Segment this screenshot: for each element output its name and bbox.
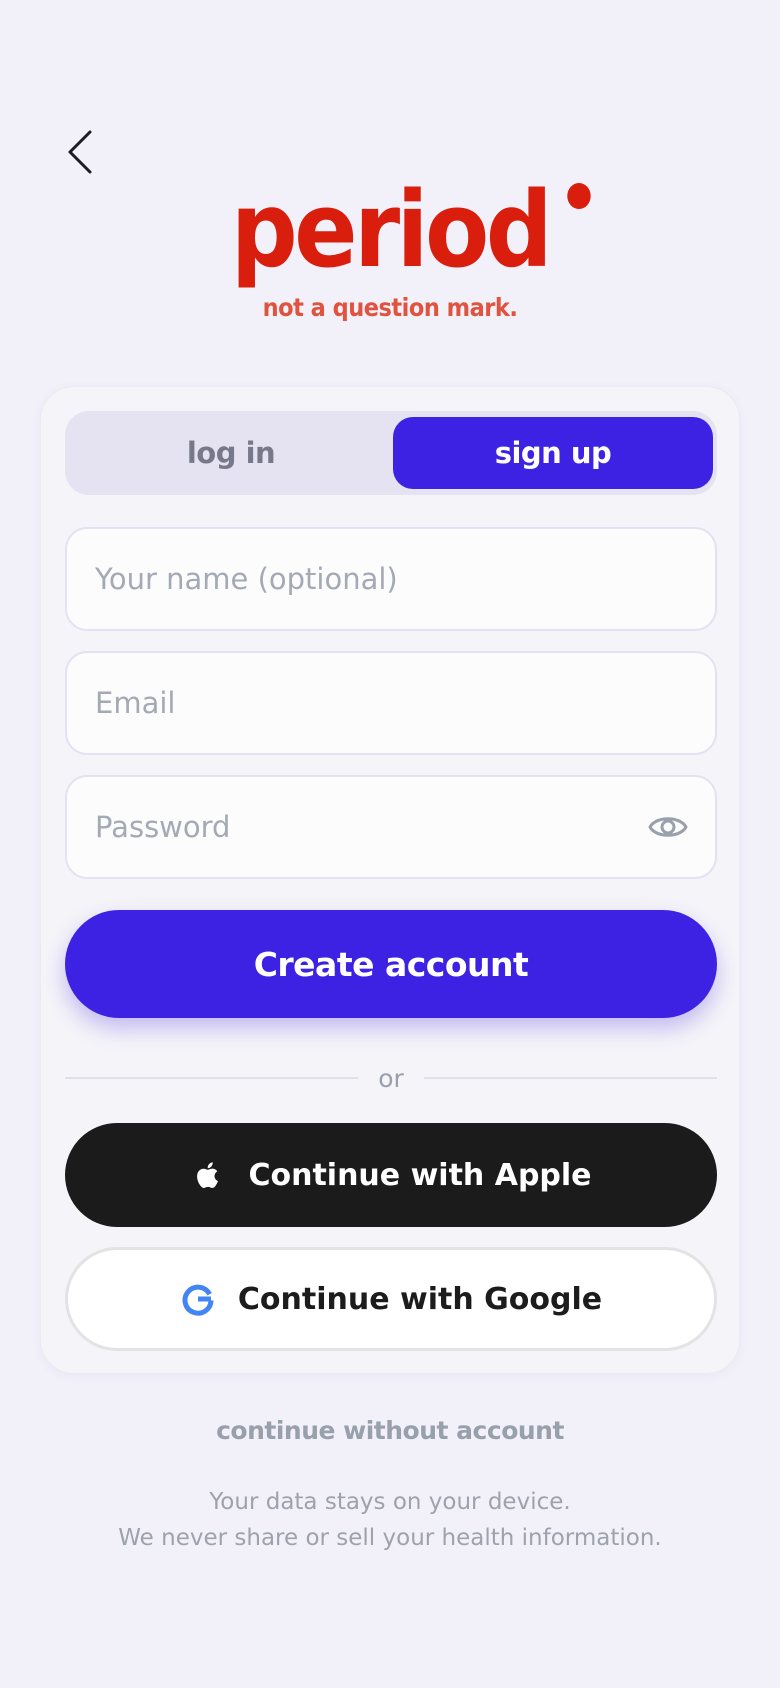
name-input[interactable]: [93, 561, 689, 597]
apple-icon: [197, 1162, 219, 1189]
brand-logo: period: [231, 175, 591, 285]
divider-line-right: [423, 1077, 718, 1079]
chevron-left-icon: [68, 130, 92, 174]
privacy-line-2: We never share or sell your health infor…: [118, 1525, 662, 1551]
continue-without-account-link[interactable]: continue without account: [0, 1416, 780, 1445]
logo-dot: [567, 183, 591, 209]
google-icon: [182, 1284, 214, 1316]
brand-tagline: not a question mark.: [262, 293, 518, 322]
eye-icon: [648, 817, 688, 837]
password-field: [65, 775, 717, 879]
continue-with-apple-button[interactable]: Continue with Apple: [65, 1123, 717, 1227]
back-button[interactable]: [52, 118, 108, 182]
email-input[interactable]: [93, 685, 689, 721]
create-account-button[interactable]: Create account: [65, 910, 717, 1018]
toggle-password-visibility-button[interactable]: [647, 809, 689, 845]
auth-tabs: log in sign up: [65, 411, 717, 495]
brand-name: period: [230, 169, 553, 291]
name-field: [65, 527, 717, 631]
tab-log-in[interactable]: log in: [71, 417, 391, 489]
continue-with-google-button[interactable]: Continue with Google: [65, 1247, 717, 1351]
google-button-label: Continue with Google: [237, 1281, 603, 1317]
brand-header: period not a question mark.: [0, 175, 780, 322]
signup-screen: period not a question mark. log in sign …: [0, 0, 780, 1688]
email-field: [65, 651, 717, 755]
divider-line-left: [65, 1077, 359, 1079]
privacy-note: Your data stays on your device. We never…: [0, 1484, 780, 1556]
password-input[interactable]: [93, 809, 689, 845]
privacy-line-1: Your data stays on your device.: [209, 1489, 571, 1515]
divider-label: or: [378, 1063, 404, 1093]
auth-card: log in sign up Create account or: [40, 386, 740, 1374]
apple-button-label: Continue with Apple: [248, 1157, 592, 1193]
tab-sign-up[interactable]: sign up: [393, 417, 713, 489]
or-divider: or: [65, 1063, 718, 1093]
